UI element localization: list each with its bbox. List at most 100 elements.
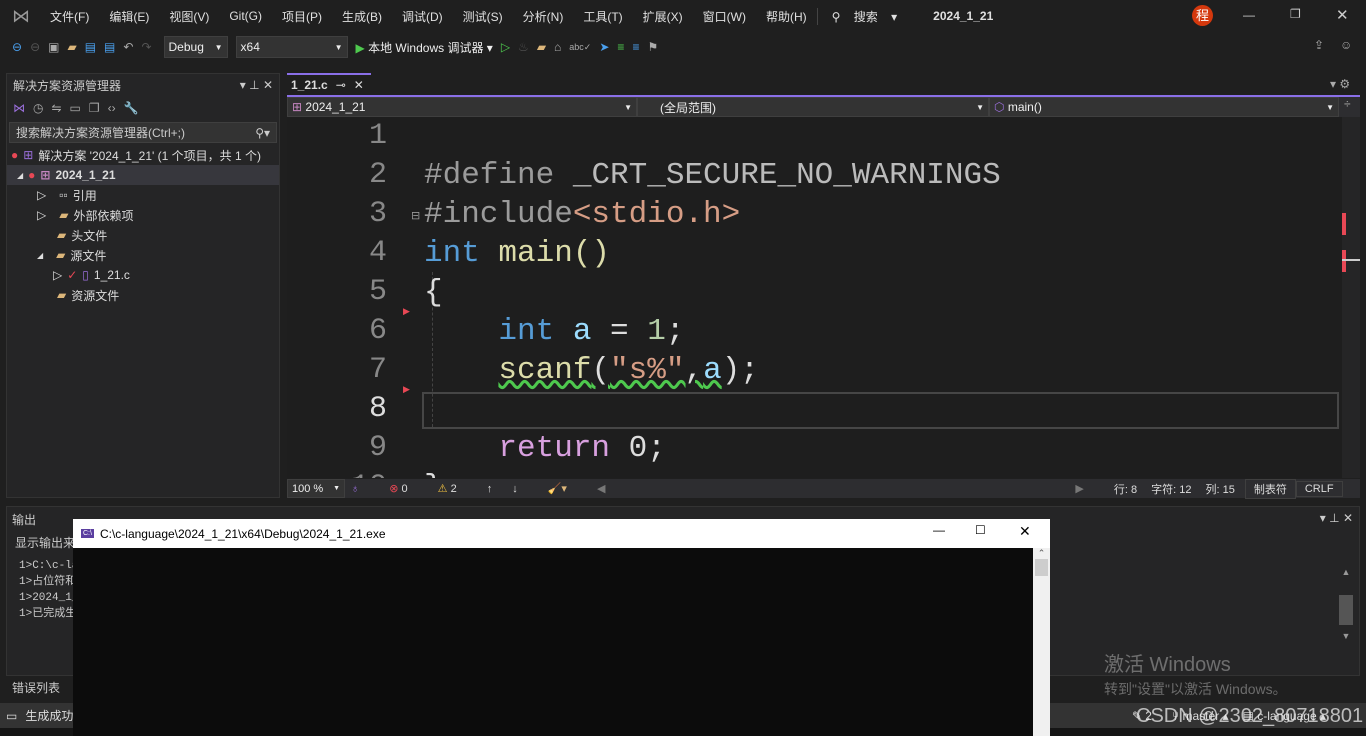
console-scrollbar[interactable]: ⌃: [1033, 548, 1050, 736]
menu-project[interactable]: 项目(P): [272, 8, 332, 25]
vs-icon[interactable]: ⋈: [13, 101, 25, 115]
project-node[interactable]: ◢ ● ⊞ 2024_1_21: [7, 165, 279, 185]
forward-icon[interactable]: ⊖: [30, 40, 40, 54]
editor-vertical-scrollbar[interactable]: [1342, 117, 1360, 478]
feedback-icon[interactable]: ☺: [1340, 38, 1352, 52]
menu-help[interactable]: 帮助(H): [756, 8, 817, 25]
split-icon[interactable]: ÷: [1339, 97, 1351, 117]
error-list-tab[interactable]: 错误列表: [6, 677, 66, 698]
console-output[interactable]: [73, 548, 1033, 736]
zoom-dropdown[interactable]: 100 % ▼: [287, 479, 345, 498]
menu-window[interactable]: 窗口(W): [693, 8, 756, 25]
warnings-indicator[interactable]: ⚠ 2: [438, 482, 457, 495]
menu-tools[interactable]: 工具(T): [573, 8, 632, 25]
collapse-main-icon[interactable]: ⊟: [411, 209, 420, 222]
pin-icon[interactable]: ⊸: [336, 78, 346, 92]
history-icon[interactable]: ◷: [33, 101, 43, 115]
hot-reload-icon[interactable]: ♨: [518, 40, 529, 54]
close-button[interactable]: ✕: [1336, 6, 1349, 24]
panel-controls[interactable]: ▾ ⊥ ✕: [1320, 511, 1353, 525]
previous-icon[interactable]: ↑: [487, 483, 493, 495]
run-without-debug-icon[interactable]: ▷: [501, 40, 510, 54]
tree-item-references[interactable]: ▷ ▫▫ 引用: [7, 185, 279, 205]
search-button[interactable]: ⚲ 搜索 ▾: [816, 7, 908, 25]
token: 0;: [610, 431, 666, 466]
code-editor[interactable]: 1 2 3 4 5 6 7 8 9 10 ⊟ ▶ ▶ #define _CRT_…: [287, 117, 1342, 478]
save-all-icon[interactable]: ▤: [104, 40, 115, 54]
back-icon[interactable]: ⊖: [12, 40, 22, 54]
undo-icon[interactable]: ↶: [123, 40, 133, 54]
restore-button[interactable]: ❐: [1290, 7, 1301, 21]
tree-item-source-files[interactable]: ◢ ▰ 源文件: [7, 245, 279, 265]
next-icon[interactable]: ↓: [512, 483, 518, 495]
close-tab-icon[interactable]: ✕: [354, 78, 364, 92]
menu-extensions[interactable]: 扩展(X): [633, 8, 693, 25]
tree-item-resource-files[interactable]: ▰ 资源文件: [7, 285, 279, 305]
item-label: 1_21.c: [93, 268, 130, 282]
indent-mode[interactable]: 制表符: [1244, 478, 1296, 499]
menu-file[interactable]: 文件(F): [40, 8, 99, 25]
tree-item-1_21-c[interactable]: ▷ ✓ ▯ 1_21.c: [7, 265, 279, 285]
code-icon[interactable]: ‹›: [108, 101, 116, 115]
configuration-dropdown[interactable]: Debug ▼: [163, 36, 228, 58]
expanded-icon: ◢: [37, 250, 44, 260]
menu-git[interactable]: Git(G): [219, 9, 272, 23]
spellcheck-icon[interactable]: abc✓: [569, 42, 591, 53]
console-close-button[interactable]: ✕: [1019, 523, 1031, 540]
nav-project-dropdown[interactable]: ⊞ 2024_1_21 ▼: [287, 97, 637, 117]
tree-item-external-deps[interactable]: ▷ ▰ 外部依赖项: [7, 205, 279, 225]
copilot-icon[interactable]: ♁: [351, 483, 359, 495]
console-maximize-button[interactable]: ☐: [975, 523, 986, 537]
solution-node[interactable]: ● ⊞ 解决方案 '2024_1_21' (1 个项目，共 1 个): [7, 145, 279, 165]
panel-controls[interactable]: ▾ ⊥ ✕: [240, 78, 273, 92]
open-icon[interactable]: ▰: [67, 40, 76, 54]
console-minimize-button[interactable]: —: [933, 523, 945, 537]
cube-icon: ⬡: [994, 100, 1005, 114]
editor-tab[interactable]: 1_21.c ⊸ ✕: [287, 73, 371, 95]
platform-dropdown[interactable]: x64 ▼: [235, 36, 348, 58]
line-number: 10: [287, 468, 387, 478]
vs-logo-icon: ⋈: [12, 5, 30, 26]
output-scrollbar[interactable]: ▲ ▼: [1339, 567, 1353, 663]
menu-view[interactable]: 视图(V): [159, 8, 219, 25]
wrench-icon[interactable]: 🔧: [124, 101, 139, 115]
run-debugger-button[interactable]: ▶ 本地 Windows 调试器 ▾: [356, 39, 493, 56]
copy-icon[interactable]: ❐: [89, 101, 100, 115]
home-icon[interactable]: ⌂: [554, 40, 561, 54]
menu-analyze[interactable]: 分析(N): [513, 8, 574, 25]
tree-item-header-files[interactable]: ▰ 头文件: [7, 225, 279, 245]
tab-overflow-icon[interactable]: ▾ ⚙: [1330, 77, 1350, 91]
config-value: Debug: [168, 40, 204, 54]
menu-debug[interactable]: 调试(D): [392, 8, 453, 25]
menu-test[interactable]: 测试(S): [453, 8, 513, 25]
sync-icon[interactable]: ⇋: [51, 101, 61, 115]
console-window: C:\ C:\c-language\2024_1_21\x64\Debug\20…: [73, 519, 1050, 736]
menu-edit[interactable]: 编辑(E): [99, 8, 159, 25]
errors-indicator[interactable]: ⊗ 0: [389, 482, 407, 495]
play-icon: ▶: [355, 40, 365, 55]
redo-icon[interactable]: ↷: [141, 40, 151, 54]
line-ending[interactable]: CRLF: [1295, 480, 1343, 497]
nav-member-dropdown[interactable]: ⬡ main() ▼: [989, 97, 1339, 117]
collapse-icon[interactable]: ▭: [70, 101, 81, 115]
comment-icon[interactable]: ≡: [617, 40, 624, 54]
avatar[interactable]: 程: [1192, 5, 1213, 26]
save-icon[interactable]: ▤: [85, 40, 96, 54]
solution-explorer-icon[interactable]: ▰: [537, 40, 546, 54]
minimize-button[interactable]: —: [1243, 8, 1255, 22]
bookmark-icon[interactable]: ⚑: [647, 40, 658, 54]
menu-build[interactable]: 生成(B): [332, 8, 392, 25]
explorer-search[interactable]: 搜索解决方案资源管理器(Ctrl+;) ⚲▾: [9, 122, 277, 143]
new-project-icon[interactable]: ▣: [48, 40, 59, 54]
collapsed-icon: ▷: [53, 268, 63, 282]
activate-windows-watermark: 激活 Windows 转到"设置"以激活 Windows。: [1104, 648, 1287, 699]
notification-icon[interactable]: ▭: [6, 709, 17, 723]
scroll-left-icon[interactable]: ◀: [597, 482, 605, 495]
share-icon[interactable]: ⇪: [1314, 38, 1324, 52]
uncomment-icon[interactable]: ≡: [632, 40, 639, 54]
scroll-right-icon[interactable]: ▶: [1075, 482, 1083, 495]
token: a: [554, 314, 592, 349]
pointer-icon[interactable]: ➤: [599, 40, 609, 54]
nav-scope-dropdown[interactable]: (全局范围) ▼: [637, 97, 989, 117]
cleanup-icon[interactable]: 🧹▾: [548, 482, 567, 495]
